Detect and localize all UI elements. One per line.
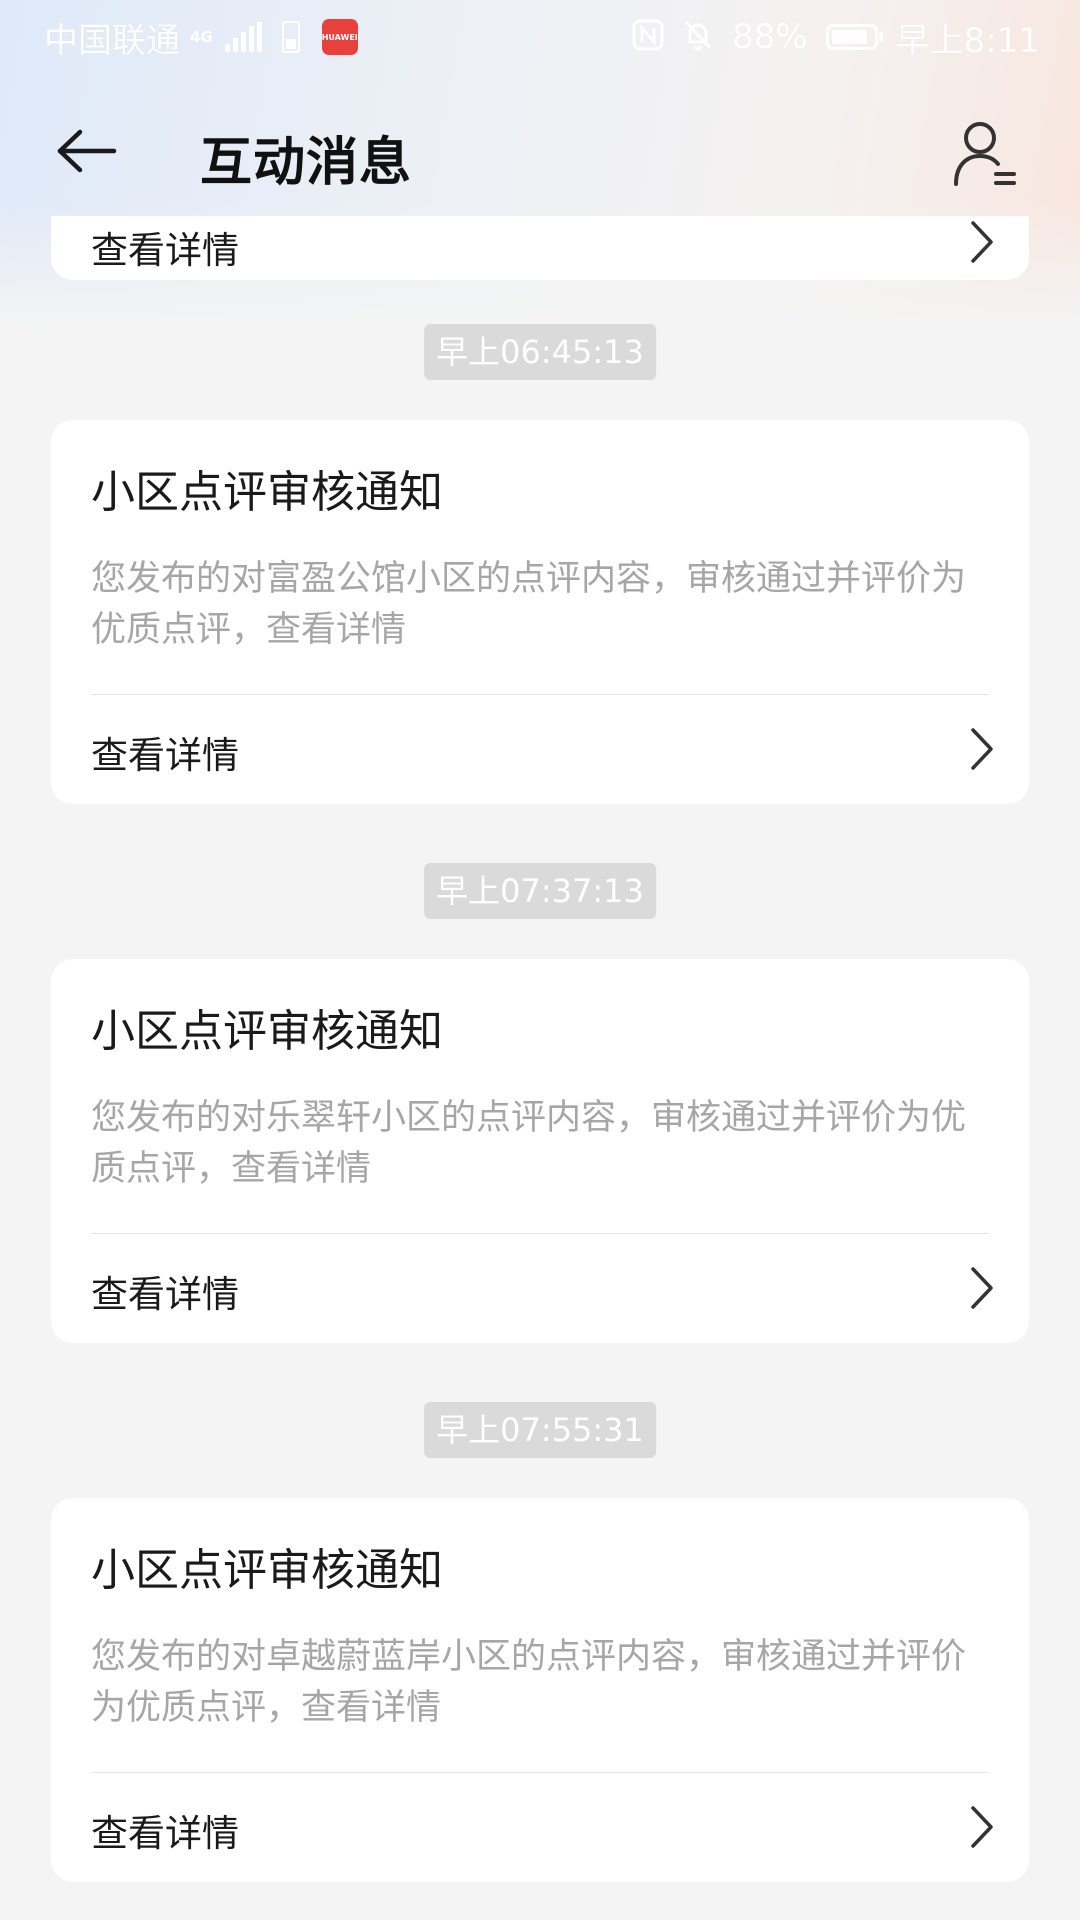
status-bar-left: 中国联通 4G HUAWEI — [0, 13, 358, 62]
arrow-left-icon — [56, 129, 118, 177]
app-header: 互动消息 — [0, 90, 1080, 216]
message-title: 小区点评审核通知 — [91, 1006, 443, 1057]
view-details-link[interactable]: 查看详情 — [51, 216, 1029, 280]
user-list-icon — [952, 122, 1022, 194]
huawei-app-icon: HUAWEI — [322, 19, 358, 55]
view-details-label: 查看详情 — [91, 734, 239, 777]
message-description: 您发布的对富盈公馆小区的点评内容，审核通过并评价为优质点评，查看详情 — [91, 559, 967, 650]
status-time: 早上8:11 — [895, 20, 1040, 61]
carrier-name: 中国联通 — [44, 20, 180, 61]
view-details-label: 查看详情 — [91, 229, 239, 272]
message-title: 小区点评审核通知 — [91, 467, 443, 518]
bell-off-icon — [682, 18, 714, 56]
sim-icon — [281, 21, 300, 53]
view-details-link[interactable]: 查看详情 — [51, 1773, 1029, 1881]
message-timestamp: 早上07:55:31 — [424, 1402, 656, 1458]
view-details-link[interactable]: 查看详情 — [51, 695, 1029, 803]
message-description: 您发布的对卓越蔚蓝岸小区的点评内容，审核通过并评价为优质点评，查看详情 — [91, 1637, 967, 1728]
page-title: 互动消息 — [200, 133, 413, 193]
chevron-right-icon — [969, 727, 995, 771]
nfc-icon — [632, 19, 664, 55]
message-timestamp: 早上07:37:13 — [424, 863, 656, 919]
message-card[interactable]: 小区点评审核通知 您发布的对乐翠轩小区的点评内容，审核通过并评价为优质点评，查看… — [51, 959, 1029, 1343]
message-card-partial[interactable]: 查看详情 — [51, 216, 1029, 280]
network-type: 4G — [190, 27, 213, 46]
signal-icon — [224, 22, 262, 52]
message-timestamp: 早上06:45:13 — [424, 324, 656, 380]
message-description: 您发布的对乐翠轩小区的点评内容，审核通过并评价为优质点评，查看详情 — [91, 1098, 967, 1189]
battery-fill — [831, 30, 867, 44]
view-details-link[interactable]: 查看详情 — [51, 1234, 1029, 1342]
chevron-right-icon — [969, 1266, 995, 1310]
chevron-right-icon — [969, 220, 995, 264]
status-bar-right: 88% 早上8:11 — [632, 13, 1080, 62]
battery-percentage: 88% — [732, 17, 808, 57]
chevron-right-icon — [969, 1805, 995, 1849]
status-bar: 中国联通 4G HUAWEI 88% 早上8:11 — [0, 0, 1080, 74]
back-button[interactable] — [56, 118, 136, 188]
message-list[interactable]: 查看详情 早上06:45:13 小区点评审核通知 您发布的对富盈公馆小区的点评内… — [0, 216, 1080, 1920]
battery-icon — [825, 24, 883, 50]
message-title: 小区点评审核通知 — [91, 1545, 443, 1596]
view-details-label: 查看详情 — [91, 1812, 239, 1855]
profile-button[interactable] — [952, 118, 1032, 198]
message-card[interactable]: 小区点评审核通知 您发布的对卓越蔚蓝岸小区的点评内容，审核通过并评价为优质点评，… — [51, 1498, 1029, 1882]
view-details-label: 查看详情 — [91, 1273, 239, 1316]
message-card[interactable]: 小区点评审核通知 您发布的对富盈公馆小区的点评内容，审核通过并评价为优质点评，查… — [51, 420, 1029, 804]
